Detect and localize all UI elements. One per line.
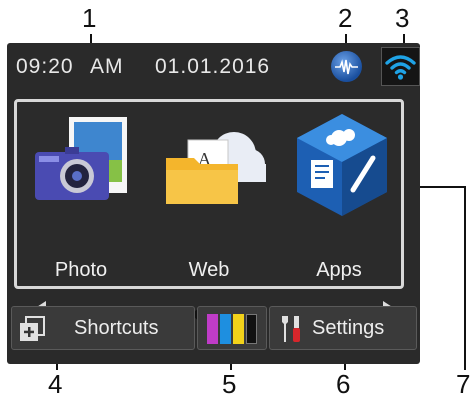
leader-line-7-v	[464, 186, 466, 370]
callout-6: 6	[336, 369, 351, 399]
shortcuts-icon	[20, 316, 45, 341]
callout-2: 2	[338, 3, 353, 33]
fax-status-icon[interactable]	[331, 51, 362, 82]
clock-time: 09:20	[16, 55, 74, 78]
ink-cyan	[220, 314, 231, 344]
camera-photo-icon	[35, 117, 127, 200]
folder-cloud-web-icon: A	[166, 132, 266, 204]
apps-app-button[interactable]: Apps	[275, 102, 401, 286]
callout-4: 4	[48, 369, 63, 399]
photo-app-button[interactable]: Photo	[17, 102, 145, 286]
ink-button[interactable]	[197, 306, 267, 350]
callout-1: 1	[82, 3, 97, 33]
ink-magenta	[207, 314, 218, 344]
photo-label: Photo	[54, 259, 108, 281]
settings-tools-icon	[282, 316, 300, 342]
settings-button[interactable]: Settings	[269, 306, 417, 350]
app-panel: Photo A Web Apps	[14, 99, 404, 289]
ink-yellow	[233, 314, 244, 344]
wifi-button[interactable]	[381, 47, 420, 86]
shortcuts-button[interactable]: Shortcuts	[11, 306, 195, 350]
touchscreen: 09:20 AM 01.01.2016 Photo A Web Apps Sho…	[7, 43, 420, 364]
callout-5: 5	[222, 369, 237, 399]
clock-ampm: AM	[90, 55, 124, 78]
apps-cube-icon	[297, 114, 387, 216]
shortcuts-label: Shortcuts	[74, 317, 159, 339]
wifi-icon	[385, 55, 416, 80]
web-label: Web	[188, 259, 230, 281]
status-bar: 09:20 AM 01.01.2016	[7, 43, 420, 90]
apps-label: Apps	[316, 259, 362, 281]
ink-black	[246, 314, 257, 344]
web-app-button[interactable]: A Web	[148, 102, 273, 286]
ink-cartridges-icon	[207, 314, 259, 344]
callout-3: 3	[395, 3, 410, 33]
callout-7: 7	[456, 369, 471, 399]
date: 01.01.2016	[155, 55, 271, 78]
settings-label: Settings	[312, 317, 385, 339]
